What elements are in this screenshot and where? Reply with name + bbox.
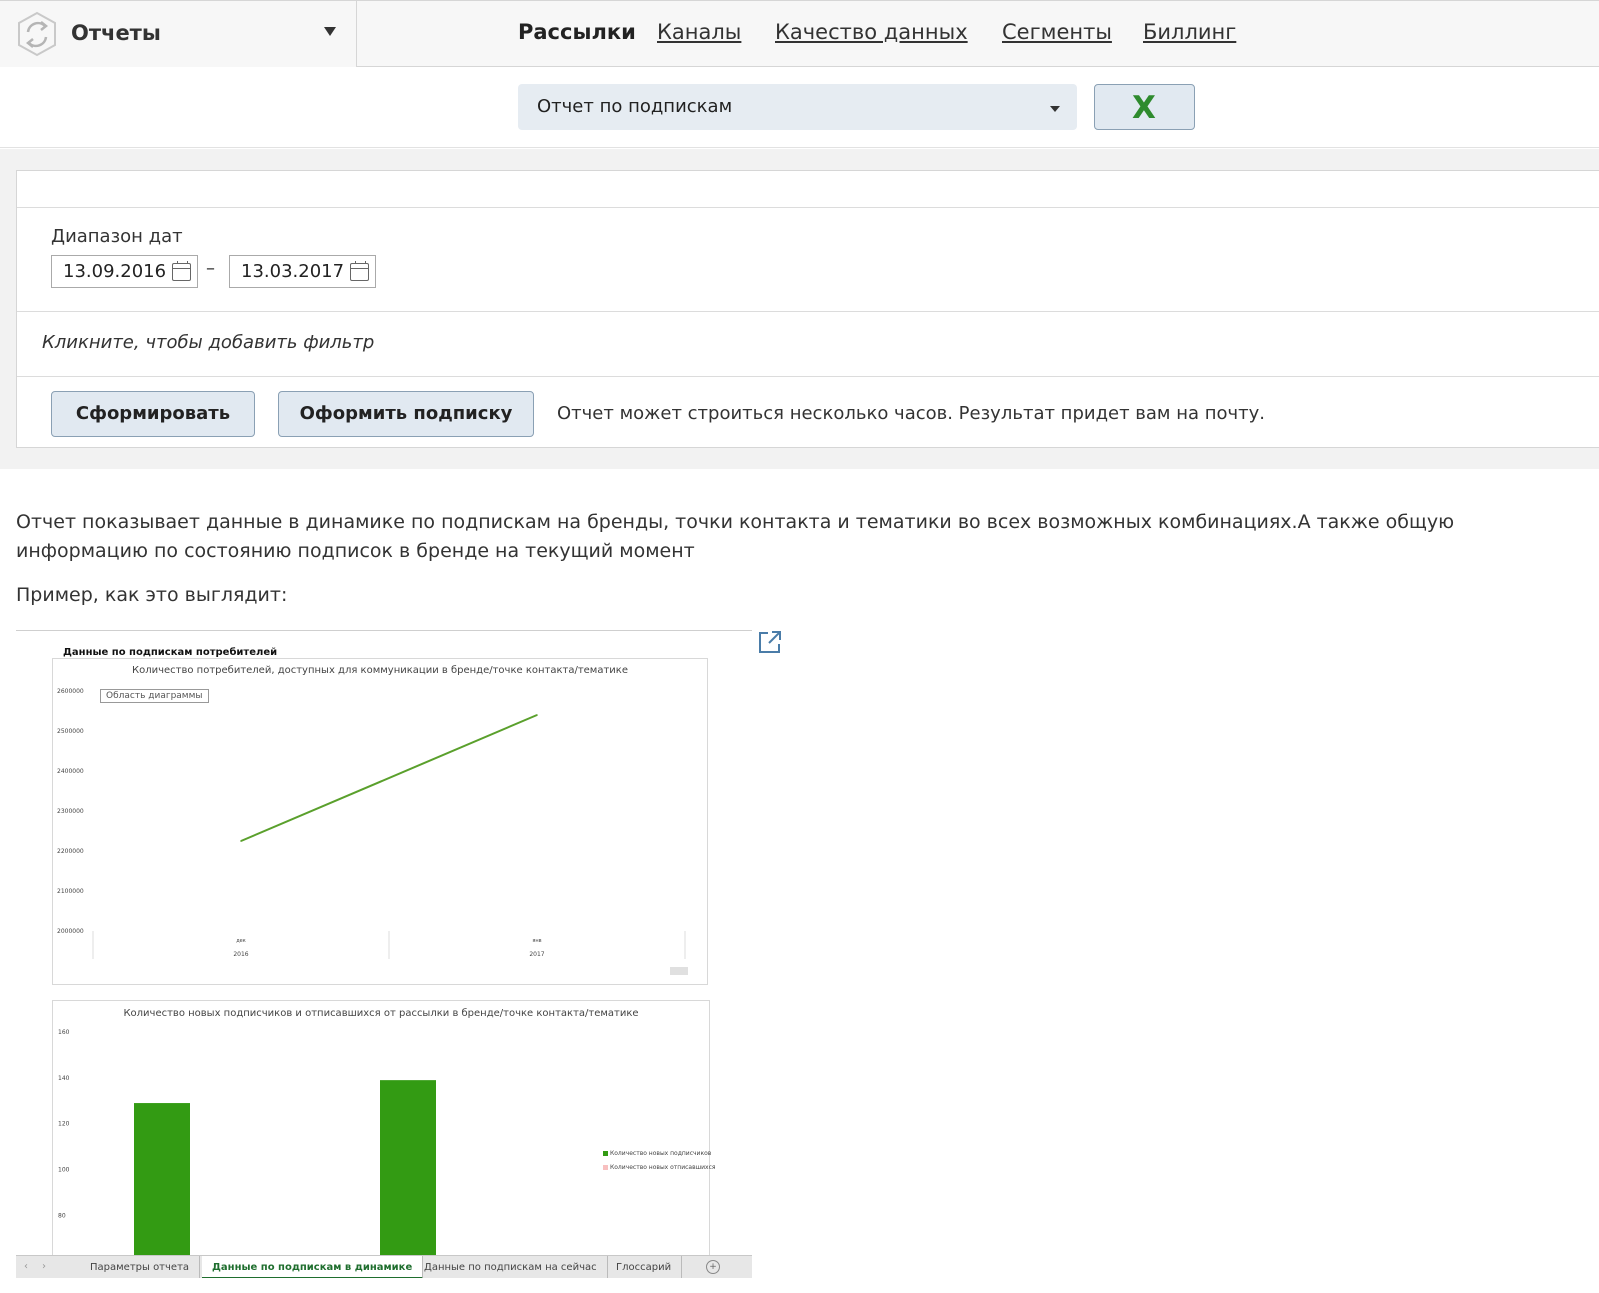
- legend-swatch: [603, 1165, 608, 1170]
- nav-item-data-quality[interactable]: Качество данных: [775, 20, 968, 44]
- sheet-tab-active[interactable]: Данные по подпискам в динамике: [202, 1256, 424, 1278]
- build-time-note: Отчет может строиться несколько часов. Р…: [557, 403, 1266, 424]
- export-excel-button[interactable]: X: [1094, 84, 1195, 130]
- y-tick-label: 160: [58, 1029, 70, 1036]
- legend-label: Количество новых отписавшихся: [610, 1164, 716, 1171]
- add-filter-hint[interactable]: Кликните, чтобы добавить фильтр: [42, 332, 374, 353]
- nav-item-billing[interactable]: Биллинг: [1143, 20, 1236, 44]
- line-chart-frame: Количество потребителей, доступных для к…: [52, 658, 708, 985]
- report-preview: Данные по подпискам потребителей Количес…: [16, 630, 752, 1278]
- y-tick-label: 100: [58, 1167, 70, 1174]
- nav-item-segments[interactable]: Сегменты: [1002, 20, 1112, 44]
- legend-swatch: [603, 1151, 608, 1156]
- app-title: Отчеты: [71, 21, 161, 45]
- line-chart-plot: 2600000 2500000 2400000 2300000 2200000 21000…: [57, 688, 688, 975]
- panel-divider: [17, 207, 1599, 208]
- data-point: [240, 840, 242, 842]
- example-label: Пример, как это выглядит:: [16, 584, 288, 606]
- legend-entry: Количество новых отписавшихся: [603, 1164, 715, 1171]
- date-from-field[interactable]: 13.09.2016: [51, 255, 198, 288]
- bar: [380, 1080, 436, 1261]
- sheet-tab[interactable]: Данные по подпискам на сейчас: [414, 1256, 608, 1278]
- x-tick-label: дек: [236, 938, 246, 944]
- report-description: Отчет показывает данные в динамике по по…: [16, 511, 1455, 562]
- series-line: [240, 714, 538, 842]
- data-point: [536, 714, 538, 716]
- sheet-next-icon[interactable]: ›: [42, 1261, 46, 1272]
- y-tick-label: 2200000: [57, 848, 84, 855]
- panel-divider: [17, 376, 1599, 377]
- scroll-handle: [670, 967, 688, 975]
- x-tick-label: 2017: [529, 951, 544, 958]
- y-tick-label: 2000000: [57, 928, 84, 935]
- calendar-icon[interactable]: [172, 261, 191, 281]
- filter-panel: Диапазон дат 13.09.2016 – 13.03.2017 Кли…: [16, 170, 1599, 448]
- date-range-label: Диапазон дат: [51, 226, 183, 247]
- y-tick-label: 140: [58, 1075, 70, 1082]
- excel-x-icon: X: [1132, 90, 1156, 126]
- sheet-tab[interactable]: Глоссарий: [606, 1256, 683, 1278]
- chevron-down-icon[interactable]: [324, 27, 336, 36]
- nav-item-channels[interactable]: Каналы: [657, 20, 741, 44]
- calendar-icon[interactable]: [350, 261, 369, 281]
- panel-divider: [17, 311, 1599, 312]
- nav-item-mailings[interactable]: Рассылки: [518, 20, 636, 44]
- build-report-button[interactable]: Сформировать: [51, 391, 255, 437]
- subscribe-button[interactable]: Оформить подписку: [278, 391, 534, 437]
- y-tick-label: 80: [58, 1212, 66, 1219]
- x-tick-label: 2016: [233, 951, 248, 958]
- y-tick-label: 2300000: [57, 808, 84, 815]
- date-from-value: 13.09.2016: [63, 261, 167, 282]
- legend-label: Количество новых подписчиков: [610, 1150, 712, 1157]
- app-switcher[interactable]: Отчеты: [0, 1, 357, 67]
- top-bar: Отчеты Рассылки Каналы Качество данных С…: [0, 0, 1599, 67]
- report-select[interactable]: Отчет по подпискам: [518, 84, 1077, 130]
- preview-sheet-title: Данные по подпискам потребителей: [63, 647, 278, 658]
- sheet-tab[interactable]: Параметры отчета: [80, 1256, 201, 1278]
- legend-entry: Количество новых подписчиков: [603, 1150, 711, 1157]
- x-tick-label: янв: [532, 938, 541, 944]
- sheet-prev-icon[interactable]: ‹: [24, 1261, 28, 1272]
- sheet-tabs: ‹ › Параметры отчета Данные по подпискам…: [16, 1255, 752, 1278]
- dropdown-caret-icon: [1050, 106, 1060, 112]
- y-tick-label: 2600000: [57, 688, 84, 695]
- bar-chart-plot: 160140120100806040: [58, 1029, 436, 1261]
- add-sheet-icon[interactable]: +: [706, 1260, 720, 1274]
- report-selector-row: Отчет по подпискам X: [0, 67, 1599, 148]
- date-to-field[interactable]: 13.03.2017: [229, 255, 376, 288]
- date-range-dash: –: [206, 258, 215, 279]
- bar-chart-frame: Количество новых подписчиков и отписавши…: [52, 1000, 715, 1261]
- open-external-icon[interactable]: [757, 629, 783, 655]
- y-tick-label: 120: [58, 1121, 70, 1128]
- refresh-logo-icon: [18, 11, 56, 57]
- y-tick-label: 2100000: [57, 888, 84, 895]
- report-select-value: Отчет по подпискам: [537, 96, 733, 117]
- date-to-value: 13.03.2017: [241, 261, 345, 282]
- y-tick-label: 2400000: [57, 768, 84, 775]
- bar: [134, 1103, 190, 1261]
- y-tick-label: 2500000: [57, 728, 84, 735]
